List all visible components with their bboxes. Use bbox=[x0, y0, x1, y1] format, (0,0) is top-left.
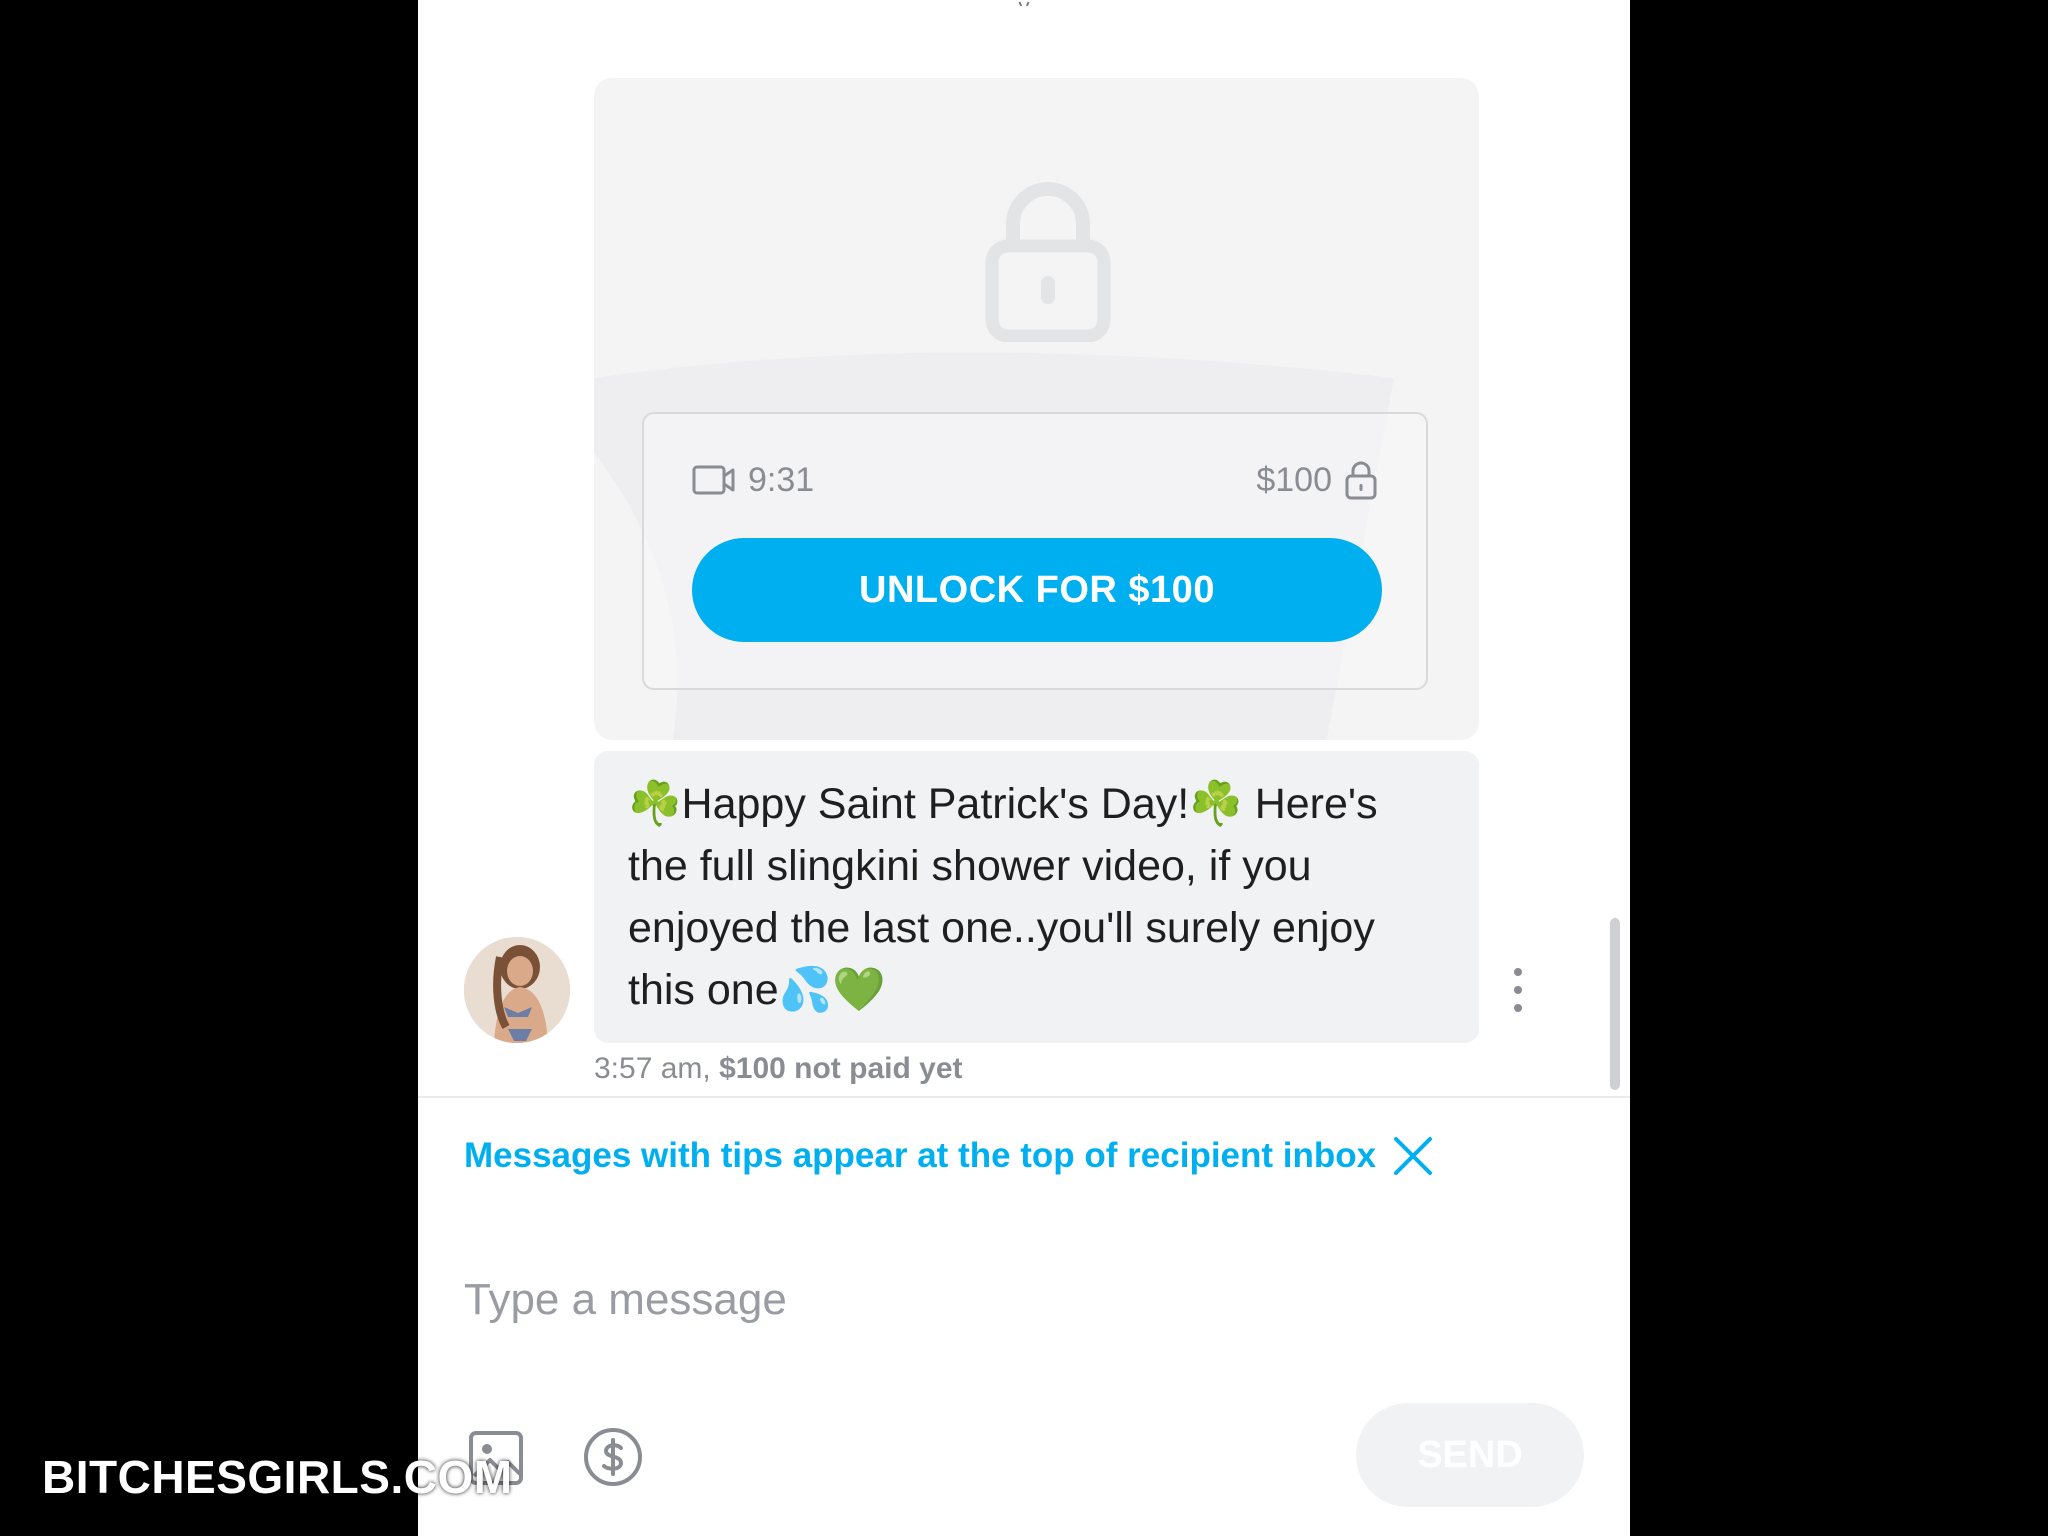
media-price: $100 bbox=[1256, 459, 1378, 501]
padlock-icon bbox=[1345, 461, 1377, 500]
price-text: $100 bbox=[1256, 460, 1332, 499]
message-time: 3:57 am, bbox=[594, 1052, 711, 1085]
dot bbox=[1514, 1004, 1522, 1012]
message-meta: 3:57 am, $100 not paid yet bbox=[594, 1052, 963, 1086]
media-info-box: 9:31 $100 UNLOCK FOR $100 bbox=[642, 412, 1428, 690]
video-camera-icon bbox=[692, 465, 735, 495]
tip-banner: Messages with tips appear at the top of … bbox=[464, 1130, 1436, 1182]
cut-off-text: y bbox=[418, 0, 1630, 6]
message-text: ☘️Happy Saint Patrick's Day!☘️ Here's th… bbox=[628, 780, 1378, 1014]
avatar-image bbox=[464, 937, 570, 1043]
unlock-button[interactable]: UNLOCK FOR $100 bbox=[692, 538, 1382, 642]
send-button[interactable]: SEND bbox=[1356, 1403, 1584, 1507]
locked-media-card: 9:31 $100 UNLOCK FOR $100 bbox=[594, 78, 1479, 740]
message-input[interactable] bbox=[464, 1265, 1564, 1335]
dot bbox=[1514, 986, 1522, 994]
avatar[interactable] bbox=[464, 937, 570, 1043]
dot bbox=[1514, 968, 1522, 976]
message-bubble: ☘️Happy Saint Patrick's Day!☘️ Here's th… bbox=[594, 751, 1479, 1043]
media-info-row: 9:31 $100 bbox=[692, 458, 1378, 502]
more-vertical-icon[interactable] bbox=[1506, 968, 1530, 1012]
media-duration: 9:31 bbox=[692, 461, 814, 500]
scrollbar[interactable] bbox=[1610, 918, 1620, 1090]
divider bbox=[418, 1096, 1630, 1098]
watermark: BITCHESGIRLS.COM bbox=[42, 1451, 513, 1503]
close-icon[interactable] bbox=[1390, 1133, 1436, 1179]
tip-banner-text: Messages with tips appear at the top of … bbox=[464, 1136, 1377, 1175]
dollar-circle-icon[interactable] bbox=[582, 1426, 644, 1488]
lock-icon bbox=[985, 182, 1111, 342]
payment-status: $100 not paid yet bbox=[719, 1052, 963, 1085]
duration-text: 9:31 bbox=[748, 460, 815, 499]
chat-screen: y 9:31 $100 bbox=[418, 0, 1630, 1536]
